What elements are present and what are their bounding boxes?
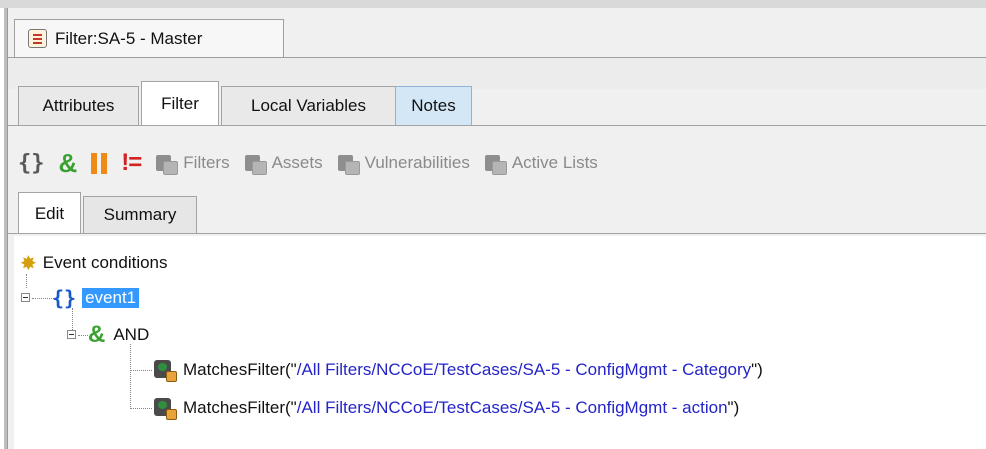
tree-event-node[interactable]: {} event1 [52,284,140,312]
tree-root-label: Event conditions [42,253,168,272]
vulnerabilities-label: Vulnerabilities [364,153,470,172]
tab-summary[interactable]: Summary [83,196,197,233]
editor-tab[interactable]: Filter:SA-5 - Master [14,19,284,57]
and-icon: & [58,147,78,178]
tab-notes[interactable]: Notes [395,86,472,125]
or-icon [91,152,108,174]
editor-frame: Filter:SA-5 - Master Attributes Filter L… [7,8,986,449]
top-strip [0,0,986,8]
and-label: AND [113,325,150,344]
assets-icon [244,152,267,175]
filter-condition-icon [154,359,177,382]
not-icon: != [121,149,142,176]
tab-filter[interactable]: Filter [141,81,219,126]
assets-label: Assets [271,153,323,172]
gear-icon: ✸ [20,252,37,275]
active-lists-button[interactable]: Active Lists [484,152,598,175]
tree-connector [130,408,152,409]
tree-connector [130,370,152,371]
filter-panel: {} & != Filters Assets Vulnerabilities A… [8,126,986,449]
tree-condition-item[interactable]: MatchesFilter("/All Filters/NCCoE/TestCa… [154,356,763,384]
vulnerabilities-icon [337,152,360,175]
add-not-button[interactable]: != [121,149,142,177]
condition-tree: ✸ Event conditions {} event1 & AND Match… [14,236,986,449]
tree-and-node[interactable]: & AND [88,321,149,349]
event-label: event1 [82,288,140,308]
condition-close: ") [727,398,740,417]
filter-condition-icon [154,397,177,420]
divider [8,233,986,234]
add-or-button[interactable] [91,152,108,174]
filters-label: Filters [183,153,230,172]
vulnerabilities-button[interactable]: Vulnerabilities [337,152,470,175]
braces-icon: {} [18,150,45,176]
tab-edit[interactable]: Edit [18,192,81,234]
condition-function: MatchesFilter(" [183,398,297,417]
tree-connector [130,344,131,409]
event-braces-icon: {} [52,286,77,310]
condition-filter-path: /All Filters/NCCoE/TestCases/SA-5 - Conf… [296,398,728,417]
tree-connector [78,335,88,336]
tab-attributes[interactable]: Attributes [18,86,139,125]
condition-close: ") [751,360,763,379]
tree-root-node[interactable]: ✸ Event conditions [20,249,168,277]
editor-tab-title: Filter:SA-5 - Master [55,28,203,48]
tree-condition-item[interactable]: MatchesFilter("/All Filters/NCCoE/TestCa… [154,394,739,422]
active-lists-icon [484,152,507,175]
add-event-button[interactable]: {} [18,151,45,176]
collapse-toggle[interactable] [21,293,30,302]
condition-function: MatchesFilter(" [183,360,297,379]
filter-resource-icon [28,29,47,48]
and-icon: & [88,321,106,348]
filters-button[interactable]: Filters [155,152,230,175]
condition-filter-path: /All Filters/NCCoE/TestCases/SA-5 - Conf… [296,360,752,379]
condition-toolbar: {} & != Filters Assets Vulnerabilities A… [18,148,612,178]
filters-icon [155,152,179,175]
assets-button[interactable]: Assets [244,152,323,175]
add-and-button[interactable]: & [59,148,78,179]
collapse-toggle[interactable] [67,330,76,339]
active-lists-label: Active Lists [511,153,598,172]
tab-local-variables[interactable]: Local Variables [221,86,396,125]
